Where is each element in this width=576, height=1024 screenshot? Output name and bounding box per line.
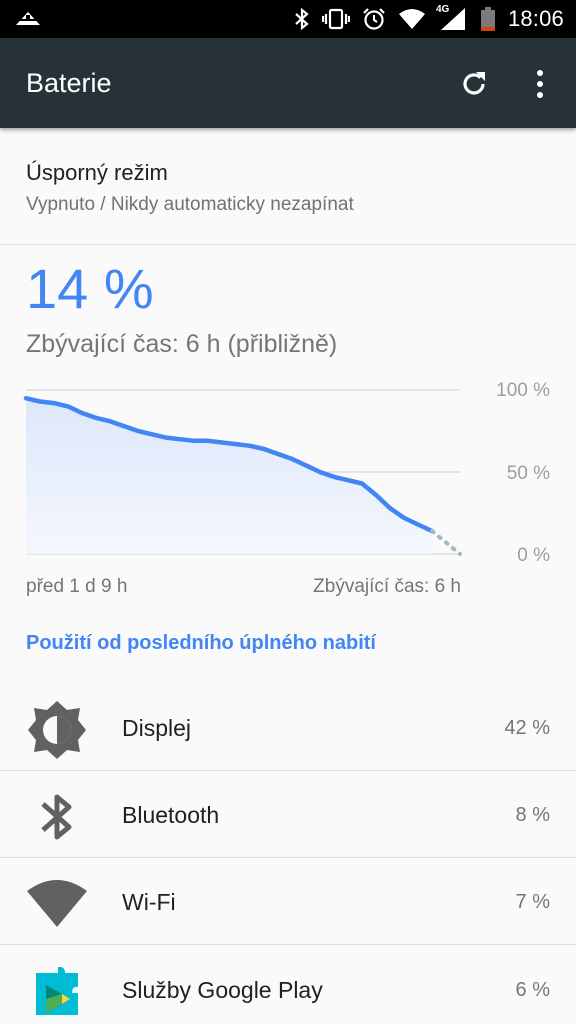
- usage-item-label: Bluetooth: [122, 802, 220, 828]
- y-tick-label: 0 %: [517, 545, 550, 566]
- more-options-icon[interactable]: [528, 68, 552, 100]
- battery-history-graph: [23, 389, 462, 556]
- battery-saver-subtitle: Vypnuto / Nikdy automaticky nezapínat: [26, 194, 354, 215]
- wifi-icon: [26, 873, 88, 935]
- app-bar: Baterie: [0, 38, 576, 128]
- battery-history-chart[interactable]: [0, 370, 576, 570]
- page-title: Baterie: [26, 68, 112, 98]
- clock: 18:06: [507, 6, 564, 31]
- usage-item-label: Displej: [122, 715, 192, 741]
- refresh-icon[interactable]: [458, 68, 490, 100]
- battery-saver-item[interactable]: Úsporný režim Vypnuto / Nikdy automatick…: [0, 128, 576, 244]
- usage-item-label: Wi-Fi: [122, 889, 176, 915]
- notification-icon: [14, 9, 42, 27]
- x-start-label: před 1 d 9 h: [26, 576, 128, 597]
- status-bar: 4G 18:06: [0, 0, 576, 38]
- alarm-icon: [362, 7, 386, 31]
- y-tick-label: 50 %: [506, 463, 550, 484]
- usage-item-wifi[interactable]: Wi-Fi 7 %: [0, 858, 576, 944]
- signal-icon: 4G: [435, 4, 468, 32]
- usage-item-value: 6 %: [515, 979, 550, 1001]
- vibrate-icon: [321, 7, 350, 31]
- network-type-label: 4G: [435, 4, 450, 15]
- usage-item-display[interactable]: Displej 42 %: [0, 684, 576, 770]
- divider: [0, 944, 576, 945]
- usage-item-label: Služby Google Play: [122, 977, 323, 1003]
- usage-item-value: 7 %: [515, 891, 550, 913]
- usage-item-value: 8 %: [515, 804, 550, 826]
- usage-section-title: Použití od posledního úplného nabití: [26, 632, 376, 654]
- bluetooth-icon: [26, 786, 88, 848]
- wifi-icon: [398, 8, 426, 30]
- usage-item-value: 42 %: [504, 717, 550, 739]
- usage-item-bluetooth[interactable]: Bluetooth 8 %: [0, 771, 576, 857]
- battery-area: [26, 398, 432, 554]
- divider: [0, 244, 576, 245]
- bluetooth-icon: [294, 7, 310, 31]
- battery-icon: [480, 6, 496, 32]
- x-end-label: Zbývající čas: 6 h: [313, 576, 461, 597]
- brightness-icon: [26, 699, 88, 761]
- battery-projection-line: [430, 529, 462, 556]
- battery-percent: 14 %: [26, 257, 154, 320]
- remaining-time: Zbývající čas: 6 h (přibližně): [26, 330, 338, 358]
- battery-saver-title: Úsporný režim: [26, 160, 168, 185]
- usage-item-google-play-services[interactable]: Služby Google Play 6 %: [0, 946, 576, 1024]
- y-tick-label: 100 %: [496, 380, 550, 401]
- google-play-services-icon: [26, 961, 88, 1023]
